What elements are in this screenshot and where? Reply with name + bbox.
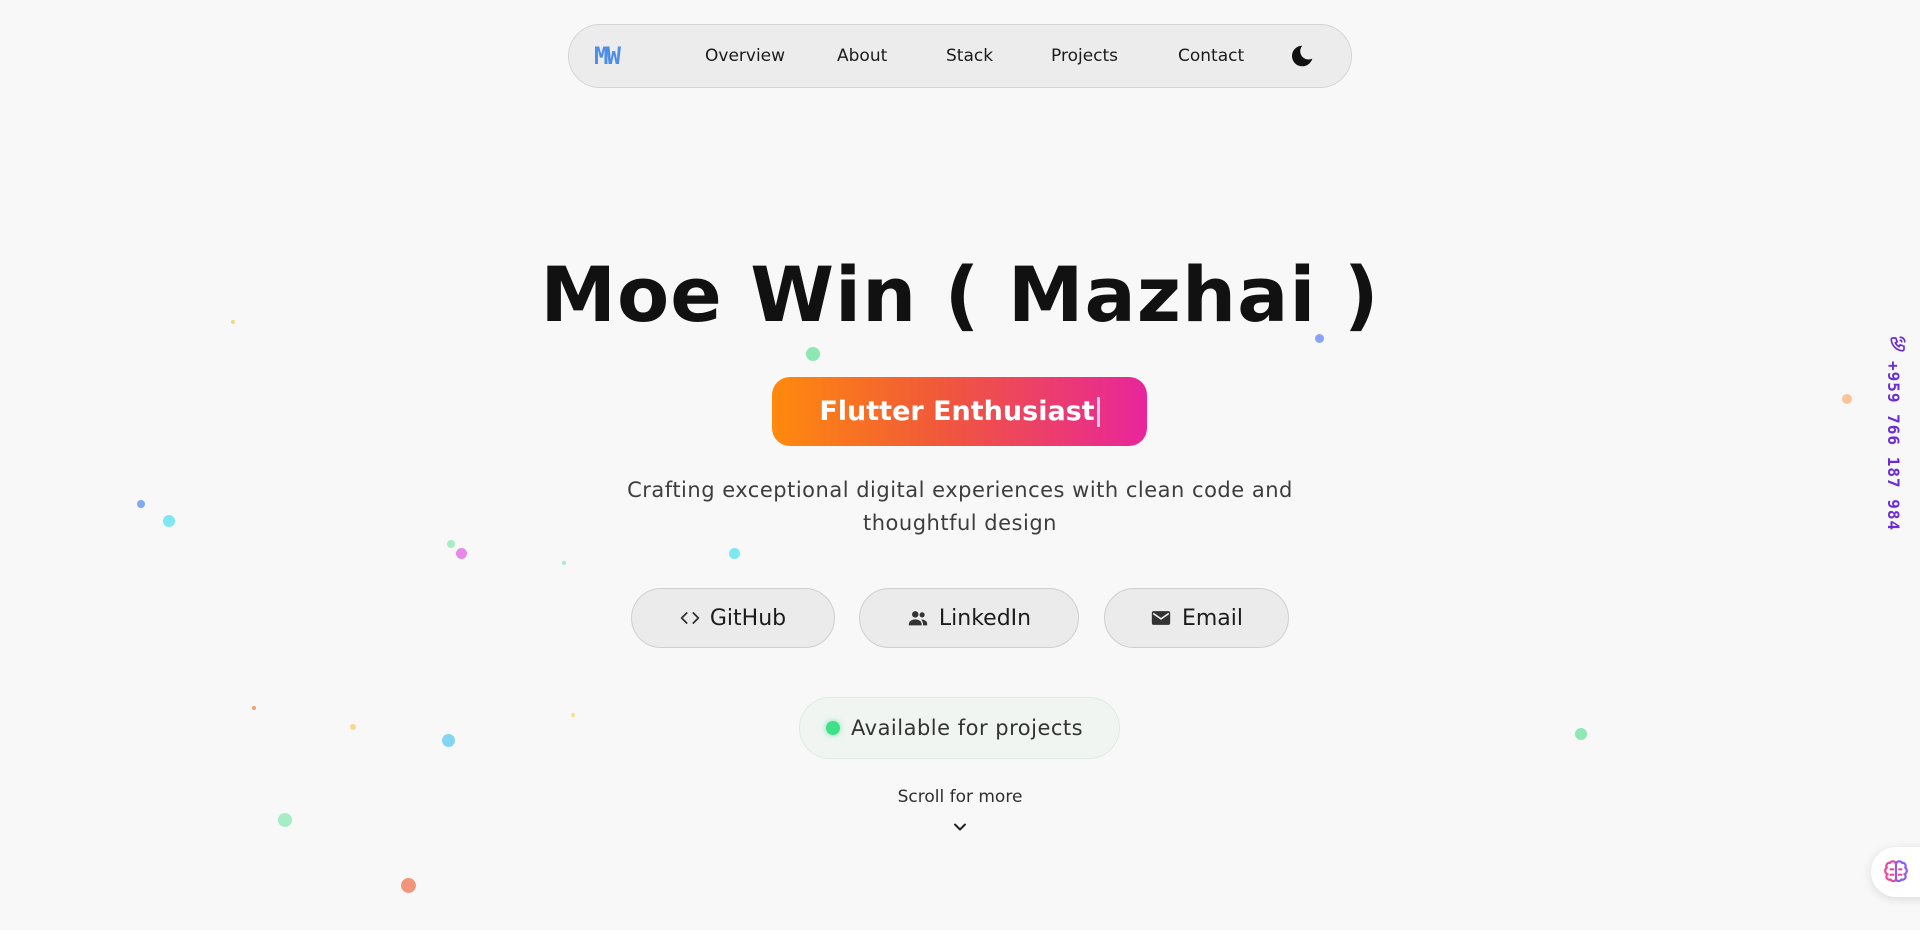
- particle: [447, 540, 455, 548]
- particle: [562, 561, 566, 565]
- role-text: Flutter Enthusiast: [819, 396, 1095, 427]
- nav-stack[interactable]: Stack: [946, 46, 993, 66]
- side-phone-number[interactable]: +959 766 187 984: [1884, 361, 1903, 531]
- nav-contact[interactable]: Contact: [1178, 46, 1244, 66]
- typing-cursor: [1096, 396, 1100, 427]
- tagline-line-1: Crafting exceptional digital experiences…: [627, 478, 1293, 502]
- mail-icon: [1151, 611, 1171, 625]
- particle: [571, 713, 575, 717]
- particle: [401, 878, 416, 893]
- tagline-line-2: thoughtful design: [863, 511, 1057, 535]
- particle: [806, 347, 820, 361]
- github-label: GitHub: [709, 605, 787, 631]
- nav-about[interactable]: About: [837, 46, 887, 66]
- logo[interactable]: MW: [594, 42, 621, 70]
- availability-text: Available for projects: [851, 716, 1084, 740]
- nav-overview[interactable]: Overview: [705, 46, 785, 66]
- particle: [350, 724, 356, 730]
- role-badge: Flutter Enthusiast: [772, 377, 1147, 446]
- scroll-hint[interactable]: Scroll for more: [0, 787, 1920, 807]
- linkedin-button[interactable]: LinkedIn: [859, 588, 1079, 648]
- github-button[interactable]: GitHub: [631, 588, 835, 648]
- status-dot: [826, 721, 840, 735]
- availability-badge: Available for projects: [799, 697, 1120, 759]
- hero-name: Moe Win ( Mazhai ): [540, 250, 1380, 339]
- particle: [1315, 334, 1324, 343]
- particle: [442, 734, 455, 747]
- particle: [278, 813, 292, 827]
- particle: [1842, 394, 1852, 404]
- particle: [456, 548, 467, 559]
- top-navbar: MW Overview About Stack Projects Contact: [568, 24, 1352, 88]
- particle: [231, 320, 235, 324]
- chevron-down-icon[interactable]: [953, 820, 967, 834]
- phone-icon[interactable]: [1889, 335, 1907, 353]
- particle: [137, 500, 145, 508]
- linkedin-label: LinkedIn: [938, 605, 1032, 631]
- assistant-button[interactable]: [1871, 847, 1920, 897]
- nav-projects[interactable]: Projects: [1051, 46, 1118, 66]
- code-icon: [680, 612, 700, 624]
- email-button[interactable]: Email: [1104, 588, 1289, 648]
- portfolio-page: MW Overview About Stack Projects Contact…: [0, 0, 1920, 930]
- moon-icon[interactable]: [1289, 43, 1315, 69]
- particle: [1575, 728, 1587, 740]
- particle: [252, 706, 256, 710]
- brain-icon: [1884, 860, 1908, 883]
- particle: [163, 515, 175, 527]
- people-icon: [908, 611, 928, 626]
- email-label: Email: [1181, 605, 1244, 631]
- particle: [729, 548, 740, 559]
- tagline: Crafting exceptional digital experiences…: [560, 474, 1360, 540]
